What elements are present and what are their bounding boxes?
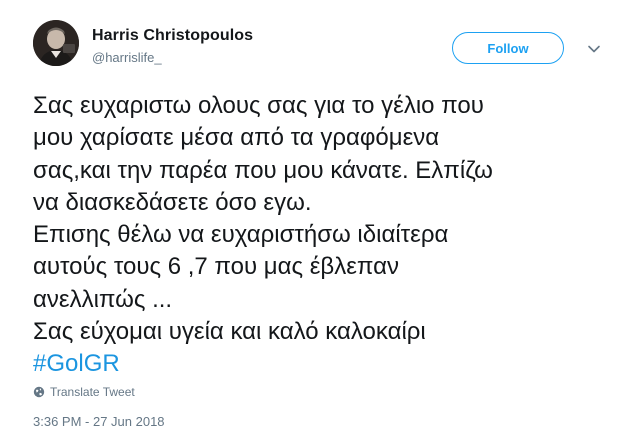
translate-tweet-link[interactable]: Translate Tweet (33, 385, 135, 399)
tweet-text: Σας ευχαριστω ολους σας για το γέλιο που… (33, 90, 608, 381)
tweet-timestamp[interactable]: 3:36 PM - 27 Jun 2018 (33, 414, 165, 429)
tweet-line: Σας ευχαριστω ολους σας για το γέλιο που (33, 92, 484, 119)
translate-label: Translate Tweet (50, 385, 135, 399)
globe-icon (33, 386, 45, 398)
tweet-line: να διασκεδάσετε όσο εγω. (33, 188, 312, 216)
tweet-line: μου χαρίσατε μέσα από τα γραφόμενα (33, 124, 440, 152)
author-handle[interactable]: @harrislife_ (92, 50, 162, 65)
avatar[interactable] (33, 20, 79, 66)
tweet-card: Harris Christopoulos @harrislife_ Follow… (0, 0, 617, 433)
chevron-down-icon[interactable] (587, 42, 601, 56)
hashtag-link[interactable]: #GolGR (33, 348, 608, 380)
follow-button[interactable]: Follow (452, 32, 564, 64)
tweet-line: ανελλιπώς ... (33, 285, 173, 313)
author-name[interactable]: Harris Christopoulos (92, 27, 253, 45)
tweet-line: Σας εύχομαι υγεία και καλό καλοκαίρι (33, 318, 426, 346)
tweet-line: σας,και την παρέα που μου κάνατε. Ελπίζω (33, 156, 493, 184)
tweet-line: αυτούς τους 6 ,7 που μας έβλεπαν (33, 253, 399, 281)
tweet-line: Επισης θέλω να ευχαριστήσω ιδιαίτερα (33, 221, 449, 249)
profile-photo-icon (33, 20, 79, 66)
